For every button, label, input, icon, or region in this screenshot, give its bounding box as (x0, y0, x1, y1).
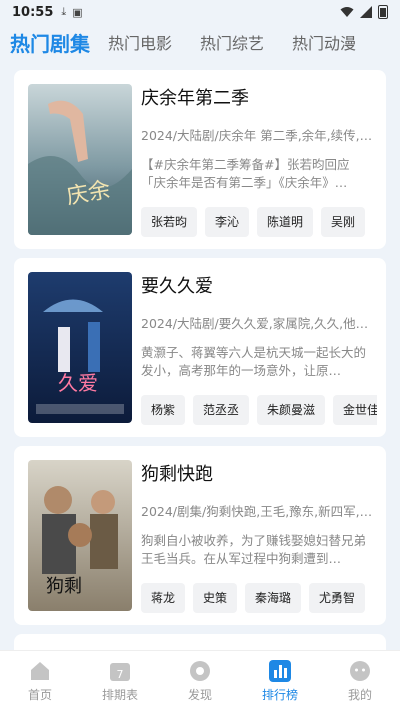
show-list: 庆余 庆余年第二季 2024/大陆剧/庆余年 第二季,余年,续传,… 【#庆余年… (14, 70, 386, 654)
battery-icon (378, 5, 388, 19)
nav-discover[interactable]: 发现 (160, 651, 240, 711)
cast-tags: 张若昀 李沁 陈道明 吴刚 (141, 207, 377, 237)
show-meta: 2024/剧集/狗剩快跑,王毛,豫东,新四军,… (141, 504, 373, 519)
show-card[interactable]: 庆余 庆余年第二季 2024/大陆剧/庆余年 第二季,余年,续传,… 【#庆余年… (14, 70, 386, 249)
tab-hot-anime[interactable]: 热门动漫 (292, 30, 356, 54)
nav-label: 排期表 (101, 688, 138, 702)
tab-hot-variety[interactable]: 热门综艺 (200, 30, 264, 54)
cast-tag[interactable]: 李沁 (205, 207, 250, 237)
show-poster: 庆余 (28, 84, 132, 235)
cast-tag[interactable]: 陈道明 (257, 207, 314, 237)
cast-tag[interactable]: 史策 (193, 583, 238, 613)
nav-home[interactable]: 首页 (0, 651, 80, 711)
show-description: 狗剩自小被收养，为了赚钱娶媳妇替兄弟王毛当兵。在从军过程中狗剩遭到… (141, 533, 367, 566)
show-description: 【#庆余年第二季筹备#】张若昀回应「庆余年是否有第二季」《庆余年》… (141, 157, 350, 190)
notification-icon: ▣ (72, 5, 83, 19)
nav-profile[interactable]: 我的 (320, 651, 400, 711)
status-bar: 10:55 ⤓ ▣ (0, 0, 400, 24)
nav-label: 发现 (187, 688, 212, 702)
nav-label: 首页 (27, 688, 52, 702)
profile-icon (350, 661, 370, 681)
nav-ranking[interactable]: 排行榜 (240, 651, 320, 711)
wifi-icon (340, 7, 354, 17)
ranking-icon (269, 660, 291, 682)
cast-tag[interactable]: 朱颜曼滋 (257, 395, 326, 425)
nav-schedule[interactable]: 7 排期表 (80, 651, 160, 711)
download-icon: ⤓ (61, 5, 67, 18)
cast-tag[interactable]: 范丞丞 (193, 395, 250, 425)
cast-tag[interactable]: 吴刚 (321, 207, 366, 237)
cast-tag[interactable]: 秦海璐 (245, 583, 302, 613)
tab-hot-movies[interactable]: 热门电影 (108, 30, 172, 54)
show-meta: 2024/大陆剧/要久久爱,家属院,久久,他… (141, 316, 369, 331)
calendar-icon: 7 (110, 663, 130, 681)
tab-hot-series[interactable]: 热门剧集 (10, 28, 90, 57)
nav-label: 我的 (347, 688, 372, 702)
signal-icon (360, 6, 372, 18)
discover-icon (190, 661, 210, 681)
nav-label: 排行榜 (261, 688, 298, 702)
cast-tag[interactable]: 金世佳 (333, 395, 377, 425)
cast-tags: 蒋龙 史策 秦海璐 尤勇智 (141, 583, 377, 613)
cast-tag[interactable]: 张若昀 (141, 207, 198, 237)
status-time: 10:55 (12, 4, 54, 20)
show-card[interactable]: 久爱 要久久爱 2024/大陆剧/要久久爱,家属院,久久,他… 黄灏子、蒋翼等六… (14, 258, 386, 437)
show-card[interactable]: 狗剩 狗剩快跑 2024/剧集/狗剩快跑,王毛,豫东,新四军,… 狗剩自小被收养… (14, 446, 386, 625)
calendar-day: 7 (117, 668, 124, 681)
show-poster: 久爱 (28, 272, 132, 423)
cast-tags: 杨紫 范丞丞 朱颜曼滋 金世佳 (141, 395, 377, 425)
cast-tag[interactable]: 蒋龙 (141, 583, 186, 613)
svg-text:久爱: 久爱 (58, 371, 98, 395)
home-icon (31, 662, 49, 680)
show-poster: 狗剩 (28, 460, 132, 611)
category-tabs: 热门剧集 热门电影 热门综艺 热门动漫 (0, 24, 400, 60)
show-meta: 2024/大陆剧/庆余年 第二季,余年,续传,… (141, 128, 373, 143)
show-title: 狗剩快跑 (141, 464, 213, 485)
cast-tag[interactable]: 尤勇智 (309, 583, 366, 613)
bottom-nav: 首页 7 排期表 发现 排行榜 我的 (0, 650, 400, 711)
show-title: 庆余年第二季 (141, 88, 249, 109)
cast-tag[interactable]: 杨紫 (141, 395, 186, 425)
show-description: 黄灏子、蒋翼等六人是杭天城一起长大的发小，高考那年的一场意外，让原… (141, 345, 367, 378)
show-title: 要久久爱 (141, 276, 213, 297)
svg-text:狗剩: 狗剩 (46, 576, 82, 597)
